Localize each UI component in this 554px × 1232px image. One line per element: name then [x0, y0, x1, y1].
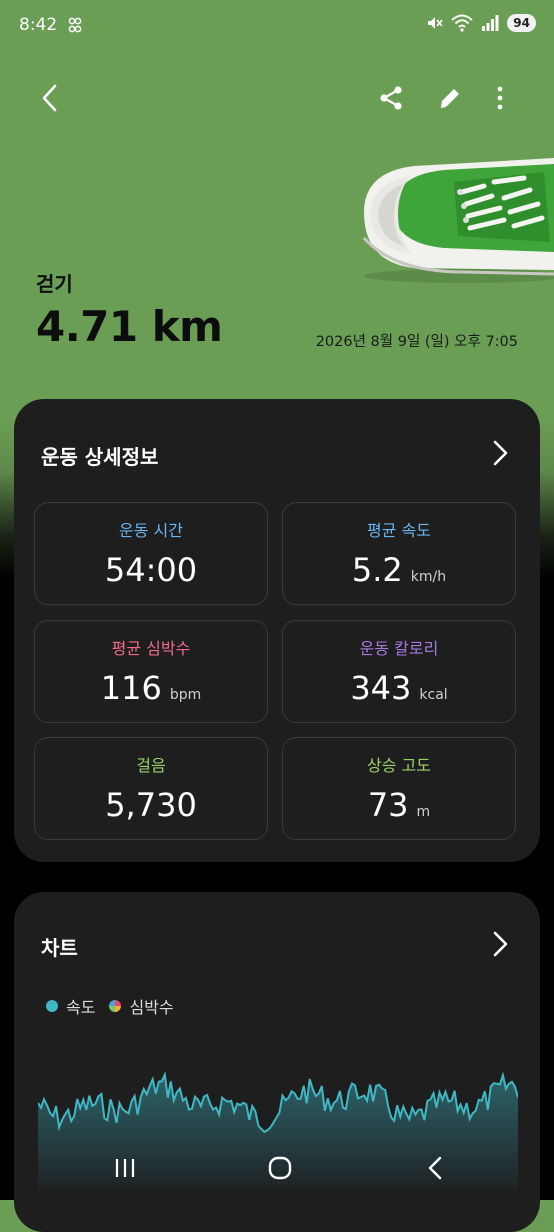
- stat-label: 운동 시간: [119, 521, 183, 540]
- system-back-button[interactable]: [415, 1150, 455, 1186]
- system-navigation-bar: [0, 1136, 554, 1200]
- back-button[interactable]: [32, 80, 68, 116]
- stat-unit: bpm: [169, 687, 202, 703]
- system-back-icon: [428, 1156, 442, 1180]
- wifi-icon: [451, 14, 473, 32]
- stat-workout-time[interactable]: 운동 시간 54:00: [34, 502, 268, 605]
- stat-unit: m: [416, 804, 431, 820]
- stat-average-speed[interactable]: 평균 속도 5.2 km/h: [282, 502, 516, 605]
- share-icon: [380, 86, 402, 110]
- legend-heart-rate-label: 심박수: [129, 998, 174, 1017]
- walking-shoe-illustration: [362, 158, 554, 283]
- stat-value: 5,730: [105, 786, 197, 824]
- signal-icon: [482, 15, 499, 31]
- heart-rate-legend-dot: [109, 1000, 122, 1012]
- workout-details-card[interactable]: 운동 상세정보 운동 시간 54:00 평균 속도 5.2 km/h 평균 심박수…: [14, 399, 540, 862]
- stat-unit: kcal: [419, 687, 448, 703]
- stat-value: 5.2: [351, 551, 403, 589]
- workout-type-label: 걷기: [36, 272, 73, 296]
- mute-icon: [428, 17, 443, 29]
- stat-steps[interactable]: 걸음 5,730: [34, 737, 268, 840]
- chart-legend: 속도 심박수: [46, 994, 174, 1018]
- stat-average-heart-rate[interactable]: 평균 심박수 116 bpm: [34, 620, 268, 723]
- chevron-right-icon[interactable]: [488, 439, 512, 467]
- distance-value: 4.71 km: [36, 302, 223, 351]
- workout-date: 2026년 8월 9일 (일) 오후 7:05: [315, 334, 518, 350]
- stat-label: 상승 고도: [367, 756, 431, 775]
- stat-value: 116: [100, 669, 162, 707]
- share-button[interactable]: [373, 80, 409, 116]
- stat-label: 걸음: [136, 756, 166, 775]
- more-options-button[interactable]: [482, 80, 518, 116]
- details-card-title: 운동 상세정보: [41, 445, 159, 469]
- legend-speed-label: 속도: [66, 998, 96, 1017]
- speed-legend-dot: [46, 1000, 58, 1012]
- stat-label: 운동 칼로리: [359, 639, 439, 658]
- pencil-icon: [440, 89, 459, 108]
- stat-elevation-gain[interactable]: 상승 고도 73 m: [282, 737, 516, 840]
- home-button[interactable]: [260, 1150, 300, 1186]
- status-time: 8:42: [19, 15, 58, 35]
- status-bar: 8:42 94: [0, 0, 554, 52]
- stat-label: 평균 심박수: [111, 639, 191, 658]
- stat-unit: km/h: [410, 569, 447, 585]
- more-vertical-icon: [497, 86, 503, 110]
- stat-workout-calories[interactable]: 운동 칼로리 343 kcal: [282, 620, 516, 723]
- chart-card-title: 차트: [41, 936, 78, 960]
- edit-button[interactable]: [432, 80, 468, 116]
- chevron-right-icon[interactable]: [488, 930, 512, 958]
- stat-value: 343: [350, 669, 412, 707]
- battery-indicator: 94: [507, 14, 536, 32]
- stat-value: 54:00: [104, 551, 198, 589]
- back-arrow-icon: [42, 84, 57, 112]
- stat-label: 평균 속도: [367, 521, 431, 540]
- recent-apps-icon: [115, 1159, 135, 1177]
- recent-apps-button[interactable]: [105, 1150, 145, 1186]
- home-icon: [268, 1156, 292, 1180]
- stat-value: 73: [367, 786, 409, 824]
- app-notification-icon: [68, 17, 82, 33]
